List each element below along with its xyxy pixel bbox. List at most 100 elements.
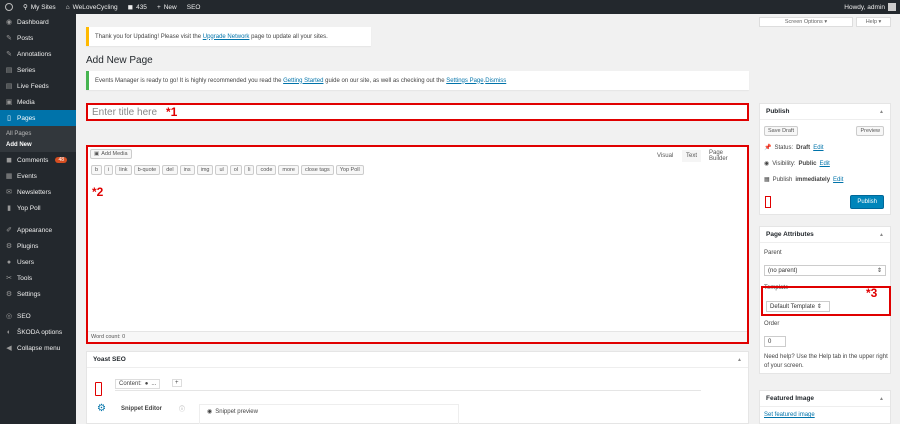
my-sites-link[interactable]: ⚲ My Sites: [18, 0, 61, 14]
order-input[interactable]: 0: [764, 336, 786, 347]
annotation-marker-2: *2: [92, 185, 104, 199]
save-draft-button[interactable]: Save Draft: [764, 126, 798, 136]
users-icon: ●: [6, 258, 12, 266]
avatar: [888, 3, 896, 11]
tab-visual[interactable]: Visual: [653, 150, 677, 162]
getting-started-link[interactable]: Getting Started: [283, 78, 323, 84]
title-input[interactable]: Enter title here *1: [86, 103, 749, 121]
quicktag-button[interactable]: b-quote: [133, 165, 161, 175]
events-icon: ▦: [5, 173, 13, 180]
quicktag-button[interactable]: code: [256, 165, 277, 175]
series-icon: ▤: [5, 67, 13, 74]
sidebar-item-events[interactable]: ▦ Events: [0, 168, 76, 184]
quicktag-button[interactable]: li: [244, 165, 255, 175]
eye-icon: ◉: [764, 161, 770, 167]
select-arrows-icon: ⇕: [876, 268, 882, 274]
upgrade-network-link[interactable]: Upgrade Network: [203, 34, 250, 40]
sidebar-item-plugins[interactable]: ⚙ Plugins: [0, 238, 76, 254]
help-button[interactable]: Help ▾: [856, 17, 891, 27]
yoast-box: Yoast SEO ▲ ⚙ Content: ●... + Snippet Edit…: [86, 351, 749, 424]
sidebar-item-media[interactable]: ▣ Media: [0, 94, 76, 110]
gear-icon[interactable]: ⚙: [97, 403, 106, 414]
quicktag-button[interactable]: b: [91, 165, 103, 175]
trash-icon[interactable]: [765, 196, 771, 208]
quicktag-button[interactable]: Yop Poll: [335, 165, 364, 175]
settings-page-link[interactable]: Settings Page: [446, 78, 483, 84]
sidebar-item-tools[interactable]: ✂ Tools: [0, 270, 76, 286]
add-media-button[interactable]: ▣ Add Media: [90, 149, 132, 159]
quicktag-button[interactable]: i: [104, 165, 114, 175]
parent-label: Parent: [764, 250, 782, 256]
plus-icon: +: [156, 3, 161, 11]
tab-text[interactable]: Text: [682, 150, 702, 162]
sidebar-item-dashboard[interactable]: ◉ Dashboard: [0, 14, 76, 30]
annotation-marker-1: *1: [166, 105, 178, 119]
sidebar-item-posts[interactable]: ✎ Posts: [0, 30, 76, 46]
featured-image-box: Featured Image ▲ Set featured image: [759, 390, 891, 424]
content-editor[interactable]: ▣ Add Media Visual Text Page Builder b i li…: [86, 145, 749, 344]
quicktags-toolbar: b i link b-quote del ins img ul ol li code more clos…: [91, 165, 364, 175]
edit-status-link[interactable]: Edit: [813, 145, 823, 151]
quicktag-button[interactable]: ins: [179, 165, 195, 175]
toggle-icon[interactable]: ▲: [879, 232, 884, 238]
quicktag-button[interactable]: img: [196, 165, 214, 175]
wp-logo[interactable]: [0, 0, 18, 14]
sidebar-item-annotations[interactable]: ✎ Annotations: [0, 46, 76, 62]
help-icon[interactable]: ⓘ: [179, 404, 185, 413]
account-menu[interactable]: Howdy, admin: [844, 3, 900, 11]
annotations-icon: ✎: [6, 51, 12, 58]
sidebar-item-pages[interactable]: ▯ Pages: [0, 110, 76, 126]
wrench-icon: ⚲: [23, 4, 28, 11]
edit-date-link[interactable]: Edit: [833, 177, 843, 183]
quicktag-button[interactable]: ol: [229, 165, 243, 175]
order-label: Order: [764, 321, 780, 327]
word-count: Word count: 0: [88, 331, 747, 342]
parent-select[interactable]: (no parent) ⇕: [764, 265, 886, 276]
toggle-icon[interactable]: ▲: [879, 396, 884, 402]
toggle-icon[interactable]: ▲: [879, 109, 884, 115]
dismiss-link[interactable]: Dismiss: [485, 78, 506, 84]
sidebar-item-collapse-menu[interactable]: ◀ Collapse menu: [0, 340, 76, 356]
sidebar-item-appearance[interactable]: ✐ Appearance: [0, 222, 76, 238]
pin-icon: 📌: [764, 145, 772, 151]
traffic-light-icon: [95, 382, 102, 396]
sidebar-item-series[interactable]: ▤ Series: [0, 62, 76, 78]
quicktag-button[interactable]: del: [162, 165, 178, 175]
quicktag-button[interactable]: ul: [215, 165, 228, 175]
submenu-item[interactable]: Add New: [0, 139, 76, 150]
add-keyword-tab[interactable]: +: [172, 379, 182, 387]
media-icon: ▣: [94, 151, 100, 157]
edit-visibility-link[interactable]: Edit: [820, 161, 830, 167]
pages-icon: ▯: [7, 115, 11, 122]
tab-page-builder[interactable]: Page Builder: [705, 150, 747, 162]
new-link[interactable]: + New: [152, 0, 182, 14]
content-tab[interactable]: Content: ●...: [115, 379, 161, 389]
quicktag-button[interactable]: more: [278, 165, 299, 175]
publish-button[interactable]: Publish: [850, 195, 884, 209]
preview-button[interactable]: Preview: [856, 126, 884, 136]
divider: [115, 390, 701, 391]
collapse-icon: ◀: [6, 345, 12, 352]
sidebar-item-live-feeds[interactable]: ▤ Live Feeds: [0, 78, 76, 94]
sidebar-item--koda-options[interactable]: ◐ ŠKODA options: [0, 324, 76, 340]
submenu-item[interactable]: All Pages: [0, 128, 76, 139]
screen-options-button[interactable]: Screen Options ▾: [759, 17, 853, 27]
pages-submenu: All Pages Add New: [0, 126, 76, 152]
sidebar-item-yop-poll[interactable]: ▮ Yop Poll: [0, 200, 76, 216]
plugin-icon: ⚙: [5, 243, 13, 250]
seo-link[interactable]: SEO: [182, 0, 206, 14]
sidebar-item-settings[interactable]: ⚙ Settings: [0, 286, 76, 302]
sidebar-item-comments[interactable]: ◼ Comments 48: [0, 152, 76, 168]
sidebar-item-seo[interactable]: ◎ SEO: [0, 308, 76, 324]
help-text: Need help? Use the Help tab in the upper…: [764, 354, 888, 369]
wordpress-icon: [5, 3, 13, 11]
toggle-icon[interactable]: ▲: [737, 357, 742, 363]
site-link[interactable]: ⌂ WeLoveCycling: [61, 0, 123, 14]
sidebar-item-newsletters[interactable]: ✉ Newsletters: [0, 184, 76, 200]
quicktag-button[interactable]: close tags: [300, 165, 334, 175]
comments-link[interactable]: ◼ 435: [123, 0, 152, 14]
calendar-icon: ▦: [764, 177, 770, 183]
set-featured-image-link[interactable]: Set featured image: [764, 412, 815, 418]
quicktag-button[interactable]: link: [115, 165, 132, 175]
sidebar-item-users[interactable]: ● Users: [0, 254, 76, 270]
